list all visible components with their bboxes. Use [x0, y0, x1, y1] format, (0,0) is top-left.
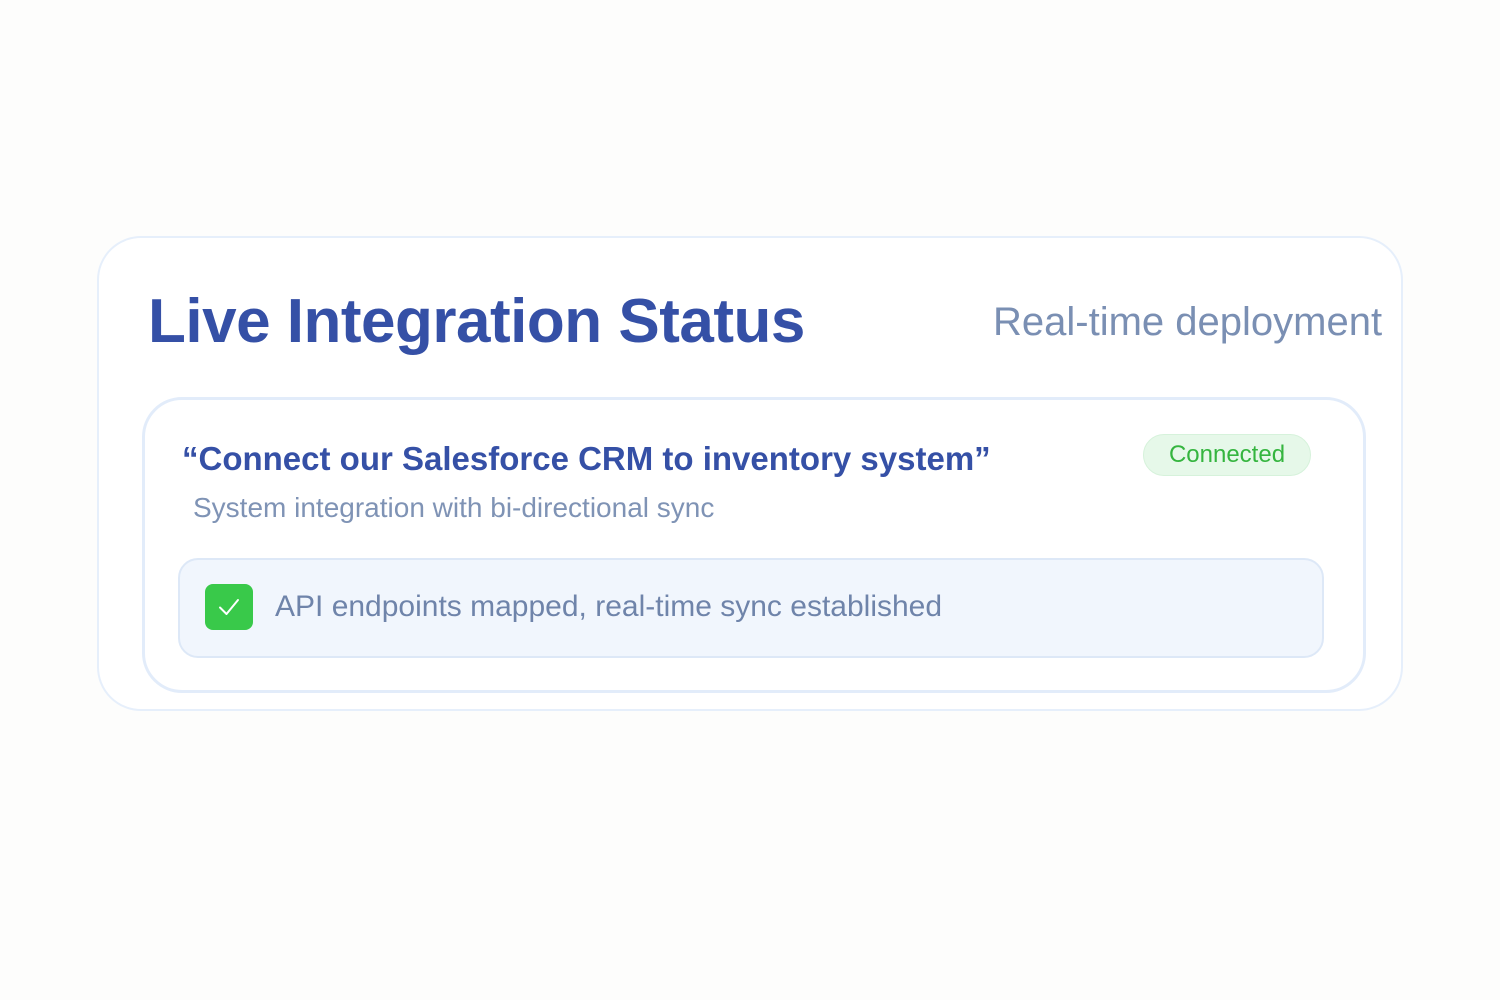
page-subtitle: Real-time deployment [993, 300, 1383, 344]
check-icon [205, 584, 253, 630]
result-text: API endpoints mapped, real-time sync est… [275, 590, 943, 623]
status-badge: Connected [1143, 434, 1311, 476]
integration-request-text: “Connect our Salesforce CRM to inventory… [182, 440, 991, 477]
integration-description: System integration with bi-directional s… [193, 492, 715, 523]
page-title: Live Integration Status [148, 287, 805, 356]
